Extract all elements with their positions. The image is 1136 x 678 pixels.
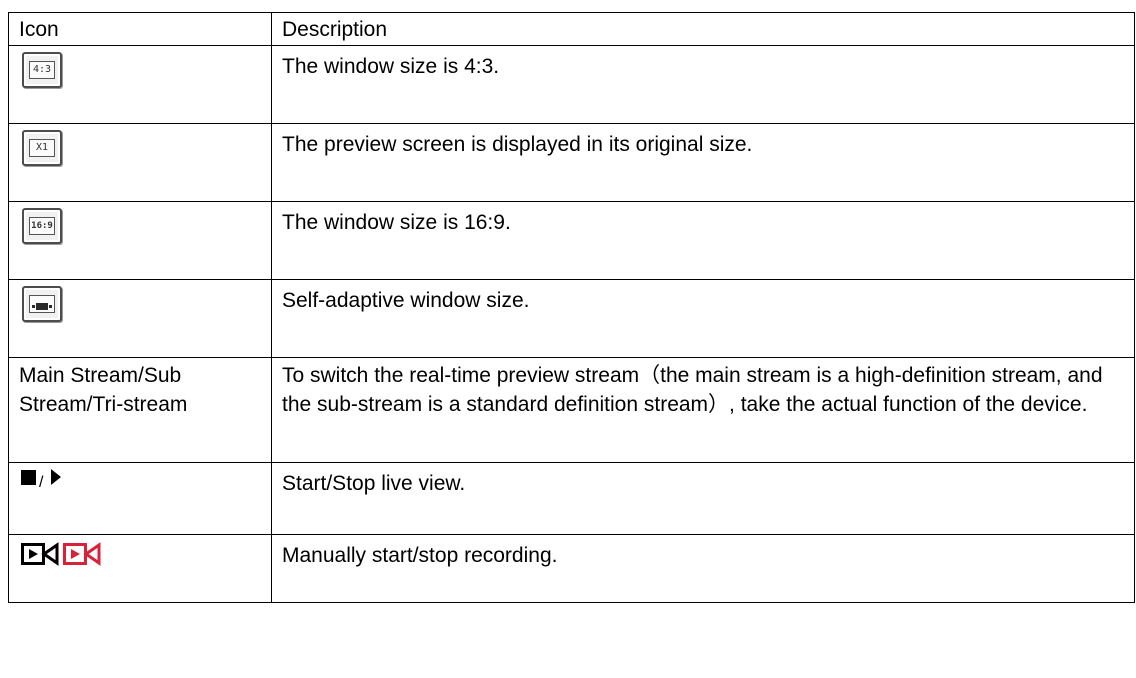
stream-label-cell: Main Stream/Sub Stream/Tri-stream [8, 357, 272, 463]
ratio-16-9-icon-label: 16:9 [29, 217, 55, 235]
header-description-cell: Description [271, 12, 1135, 46]
table-row: 16:9 The window size is 16:9. [8, 201, 1135, 280]
ratio-4-3-icon: 4:3 [22, 52, 62, 88]
ratio-4-3-icon-label: 4:3 [29, 61, 55, 79]
table-row: 4:3 The window size is 4:3. [8, 45, 1135, 124]
description-cell: Self-adaptive window size. [271, 279, 1135, 358]
record-start-icon [21, 542, 59, 566]
description-cell: The window size is 16:9. [271, 201, 1135, 280]
icon-cell: 4:3 [8, 45, 272, 124]
ratio-16-9-icon: 16:9 [22, 208, 62, 244]
icon-cell: 16:9 [8, 201, 272, 280]
self-adaptive-icon-frame [29, 295, 55, 313]
stop-play-icons: / [21, 469, 261, 491]
table-header-row: Icon Description [8, 12, 1135, 46]
self-adaptive-icon [22, 286, 62, 322]
original-size-icon-label: X1 [29, 139, 55, 157]
table-row: Manually start/stop recording. [8, 534, 1135, 603]
icon-separator: / [39, 474, 44, 491]
description-cell: To switch the real-time preview stream（t… [271, 357, 1135, 463]
icon-cell: X1 [8, 123, 272, 202]
description-cell: Manually start/stop recording. [271, 534, 1135, 603]
record-icons [21, 541, 261, 567]
icon-cell: / [8, 462, 272, 535]
description-cell: The preview screen is displayed in its o… [271, 123, 1135, 202]
record-stop-icon [63, 542, 101, 566]
icon-cell [8, 279, 272, 358]
stop-icon [21, 470, 36, 485]
header-icon-cell: Icon [8, 12, 272, 46]
icon-description-table: Icon Description 4:3 The window size is … [8, 12, 1135, 603]
icon-cell [8, 534, 272, 603]
table-row: / Start/Stop live view. [8, 462, 1135, 535]
table-row: Main Stream/Sub Stream/Tri-stream To swi… [8, 357, 1135, 463]
table-row: Self-adaptive window size. [8, 279, 1135, 358]
description-cell: The window size is 4:3. [271, 45, 1135, 124]
adaptive-bar-glyph [32, 303, 52, 310]
description-cell: Start/Stop live view. [271, 462, 1135, 535]
original-size-icon: X1 [22, 130, 62, 166]
play-icon [51, 469, 62, 485]
table-row: X1 The preview screen is displayed in it… [8, 123, 1135, 202]
